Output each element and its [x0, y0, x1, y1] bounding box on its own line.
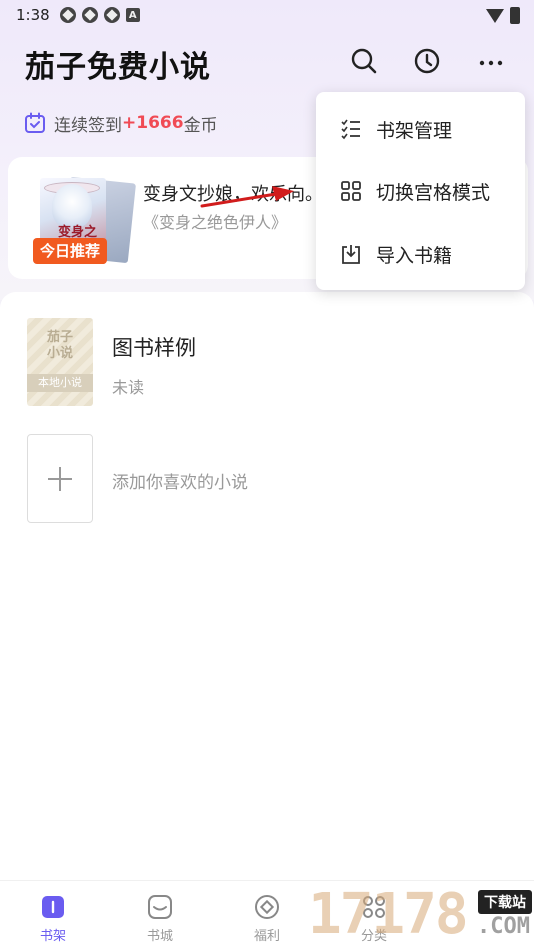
cover-art	[52, 184, 92, 228]
notification-letter-icon: A	[125, 8, 140, 22]
plus-icon	[48, 466, 72, 491]
status-time: 1:38	[16, 6, 50, 24]
calendar-check-icon	[25, 112, 45, 133]
watermark-domain: .COM	[477, 914, 530, 939]
add-book-label[interactable]: 添加你喜欢的小说	[112, 468, 248, 493]
watermark-digits: 17178	[308, 882, 469, 947]
nav-welfare[interactable]: 福利	[237, 893, 297, 949]
menu-item-import-books[interactable]: 导入书籍	[316, 223, 525, 285]
checkin-suffix: 金币	[183, 115, 218, 136]
grid-icon	[341, 181, 361, 201]
book-cover-title: 茄子 小说	[46, 330, 73, 361]
nav-label: 书城	[146, 929, 173, 944]
battery-icon	[510, 7, 520, 24]
red-arrow-icon	[200, 186, 294, 208]
site-watermark: 17178 下载站 .COM	[308, 882, 534, 950]
more-dropdown-menu: 书架管理 切换宫格模式 导入书籍	[316, 92, 525, 290]
book-cover[interactable]: 茄子 小说 本地小说	[27, 318, 93, 406]
history-button[interactable]	[410, 44, 444, 78]
recommend-book-name: 《变身之绝色伊人》	[143, 213, 288, 232]
checklist-icon	[341, 119, 360, 140]
nav-label: 福利	[253, 929, 280, 944]
book-read-status: 未读	[112, 378, 145, 397]
nav-label: 书架	[39, 929, 66, 944]
welfare-icon	[255, 895, 279, 919]
notification-icons: A	[59, 7, 140, 23]
search-button[interactable]	[347, 44, 381, 78]
book-title[interactable]: 图书样例	[112, 332, 196, 362]
menu-item-label: 书架管理	[376, 119, 453, 142]
notification-icon	[103, 7, 120, 23]
notification-icon	[59, 7, 76, 23]
more-button[interactable]	[474, 44, 508, 78]
bookstore-icon	[148, 895, 172, 919]
bookshelf-icon	[42, 896, 64, 918]
notification-icon	[81, 7, 98, 23]
add-book-button[interactable]	[27, 434, 93, 523]
nav-bookstore[interactable]: 书城	[130, 893, 190, 949]
search-icon	[351, 48, 377, 74]
nav-bookshelf[interactable]: 书架	[23, 893, 83, 949]
wifi-icon	[486, 8, 504, 23]
menu-item-bookshelf-manage[interactable]: 书架管理	[316, 98, 525, 160]
more-dots-icon	[479, 60, 503, 66]
checkin-prefix: 连续签到	[54, 115, 122, 136]
app-title: 茄子免费小说	[25, 50, 211, 85]
status-bar: 1:38 A	[0, 0, 534, 30]
checkin-coin-amount: +1666	[122, 113, 184, 133]
menu-item-label: 切换宫格模式	[376, 181, 491, 204]
today-recommend-badge: 今日推荐	[33, 238, 108, 264]
watermark-tag: 下载站	[478, 890, 532, 914]
book-cover-label: 本地小说	[27, 374, 93, 392]
menu-item-grid-mode[interactable]: 切换宫格模式	[316, 160, 525, 222]
checkin-banner[interactable]: 连续签到 +1666 金币	[24, 110, 218, 136]
clock-icon	[414, 48, 440, 74]
import-icon	[342, 245, 360, 264]
system-indicators	[486, 7, 520, 24]
menu-item-label: 导入书籍	[376, 244, 453, 267]
